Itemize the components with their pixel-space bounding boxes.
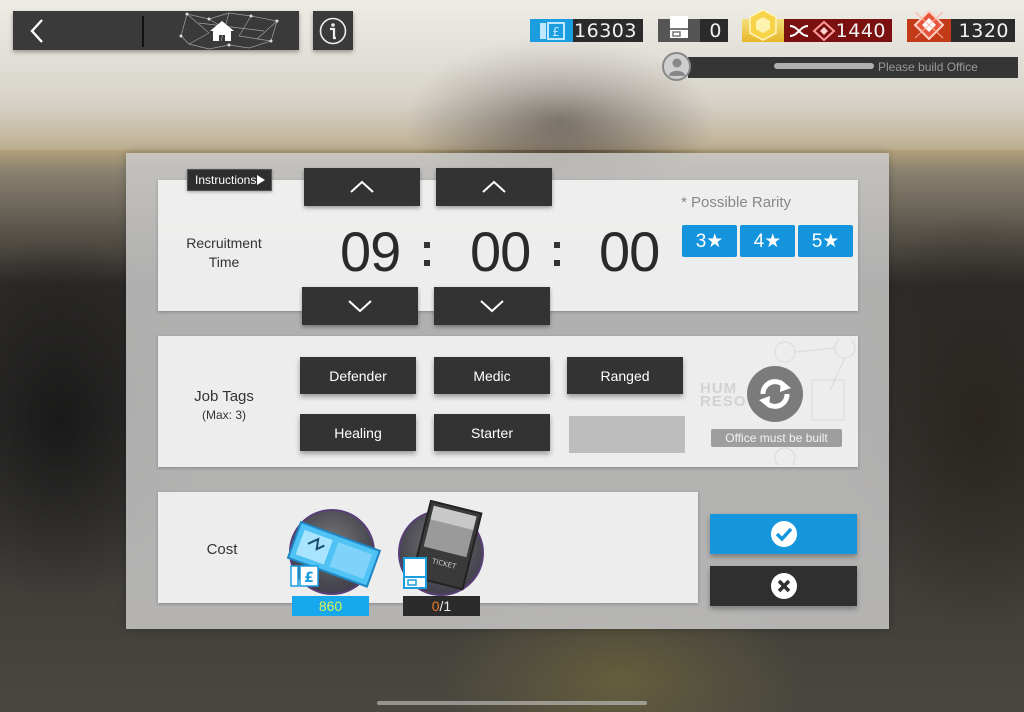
tag-healing[interactable]: Healing	[300, 414, 416, 451]
chevron-down-icon	[348, 300, 372, 313]
orundum-counter[interactable]: 1320	[907, 9, 1015, 42]
tag-starter[interactable]: Starter	[434, 414, 550, 451]
chevron-down-icon	[480, 300, 504, 313]
home-icon	[210, 20, 234, 41]
possible-rarity-label: * Possible Rarity	[681, 194, 792, 211]
rarity-badges: 3★ 4★ 5★	[682, 225, 853, 257]
cancel-button[interactable]	[710, 566, 857, 606]
info-icon	[319, 17, 347, 44]
instructions-label: Instructions	[195, 173, 257, 187]
refresh-button[interactable]	[747, 366, 803, 422]
rarity-badge-3: 3★	[682, 225, 737, 257]
svg-text:£: £	[304, 570, 314, 586]
lmd-cost-amount: 860	[292, 596, 369, 616]
tag-medic[interactable]: Medic	[434, 357, 550, 394]
confirm-button[interactable]	[710, 514, 857, 554]
originite-prime-value: 1440	[835, 19, 886, 42]
chevron-up-icon	[482, 180, 506, 193]
recruitment-permit-icon	[670, 15, 688, 38]
refresh-tags-area[interactable]: HUM RESO Office must be built	[700, 340, 858, 465]
permit-required-count: /1	[439, 598, 452, 614]
orundum-value: 1320	[951, 19, 1015, 42]
nav-divider	[142, 16, 144, 47]
instructions-button[interactable]: Instructions	[187, 169, 272, 191]
hours-down-button[interactable]	[302, 287, 418, 325]
tag-ranged[interactable]: Ranged	[567, 357, 683, 394]
top-navigation	[13, 11, 299, 50]
person-icon	[668, 58, 685, 76]
office-status-bar[interactable]: Please build Office	[662, 52, 1018, 81]
chevron-up-icon	[350, 180, 374, 193]
exchange-icon	[789, 20, 836, 42]
originite-prime-icon	[749, 8, 777, 41]
originite-prime-counter[interactable]: 1440	[742, 8, 892, 42]
check-circle-icon	[770, 521, 797, 547]
office-avatar	[662, 52, 691, 81]
minutes-down-button[interactable]	[434, 287, 550, 325]
cost-label: Cost	[206, 541, 238, 558]
svg-text:£: £	[552, 25, 560, 39]
rarity-badge-4: 4★	[740, 225, 795, 257]
recruitment-time-label: Recruitment Time	[186, 235, 262, 270]
cost-item-recruitment-permit[interactable]: TICKET 0/1	[398, 500, 488, 620]
play-arrow-icon	[257, 175, 266, 185]
seconds-value: 00	[599, 220, 660, 283]
rarity-badge-5: 5★	[798, 225, 853, 257]
home-indicator[interactable]	[377, 701, 647, 705]
job-tags-label: Job Tags (Max: 3)	[194, 388, 254, 422]
lmd-icon: £	[539, 21, 565, 40]
info-button[interactable]	[313, 11, 353, 50]
human-resources-watermark: HUM RESO	[700, 380, 747, 410]
office-status-text: Please build Office	[878, 60, 978, 74]
cost-item-lmd[interactable]: £ 860	[284, 505, 384, 620]
tag-empty-slot	[569, 416, 685, 453]
back-button[interactable]	[13, 11, 131, 50]
minutes-value: 00	[470, 220, 531, 283]
minutes-up-button[interactable]	[436, 168, 552, 206]
orundum-icon	[913, 9, 945, 40]
recruitment-permit-icon	[403, 557, 427, 589]
permit-owned-count: 0	[431, 598, 440, 614]
home-button[interactable]	[145, 11, 299, 50]
recruitment-permit-value: 0	[700, 19, 728, 42]
permit-cost-amount: 0/1	[403, 596, 480, 616]
lmd-icon: £	[290, 565, 319, 587]
tag-defender[interactable]: Defender	[300, 357, 416, 394]
hours-up-button[interactable]	[304, 168, 420, 206]
lmd-counter[interactable]: £ 16303	[530, 19, 643, 42]
office-progress-bar	[774, 63, 874, 69]
close-circle-icon	[770, 573, 797, 599]
office-progress-track: Please build Office	[688, 57, 1018, 78]
chevron-left-icon	[30, 18, 43, 43]
lmd-value: 16303	[573, 19, 643, 42]
office-required-note: Office must be built	[711, 429, 842, 447]
refresh-icon	[759, 379, 791, 409]
recruitment-permit-counter[interactable]: 0	[658, 15, 728, 42]
hours-value: 09	[340, 220, 401, 283]
